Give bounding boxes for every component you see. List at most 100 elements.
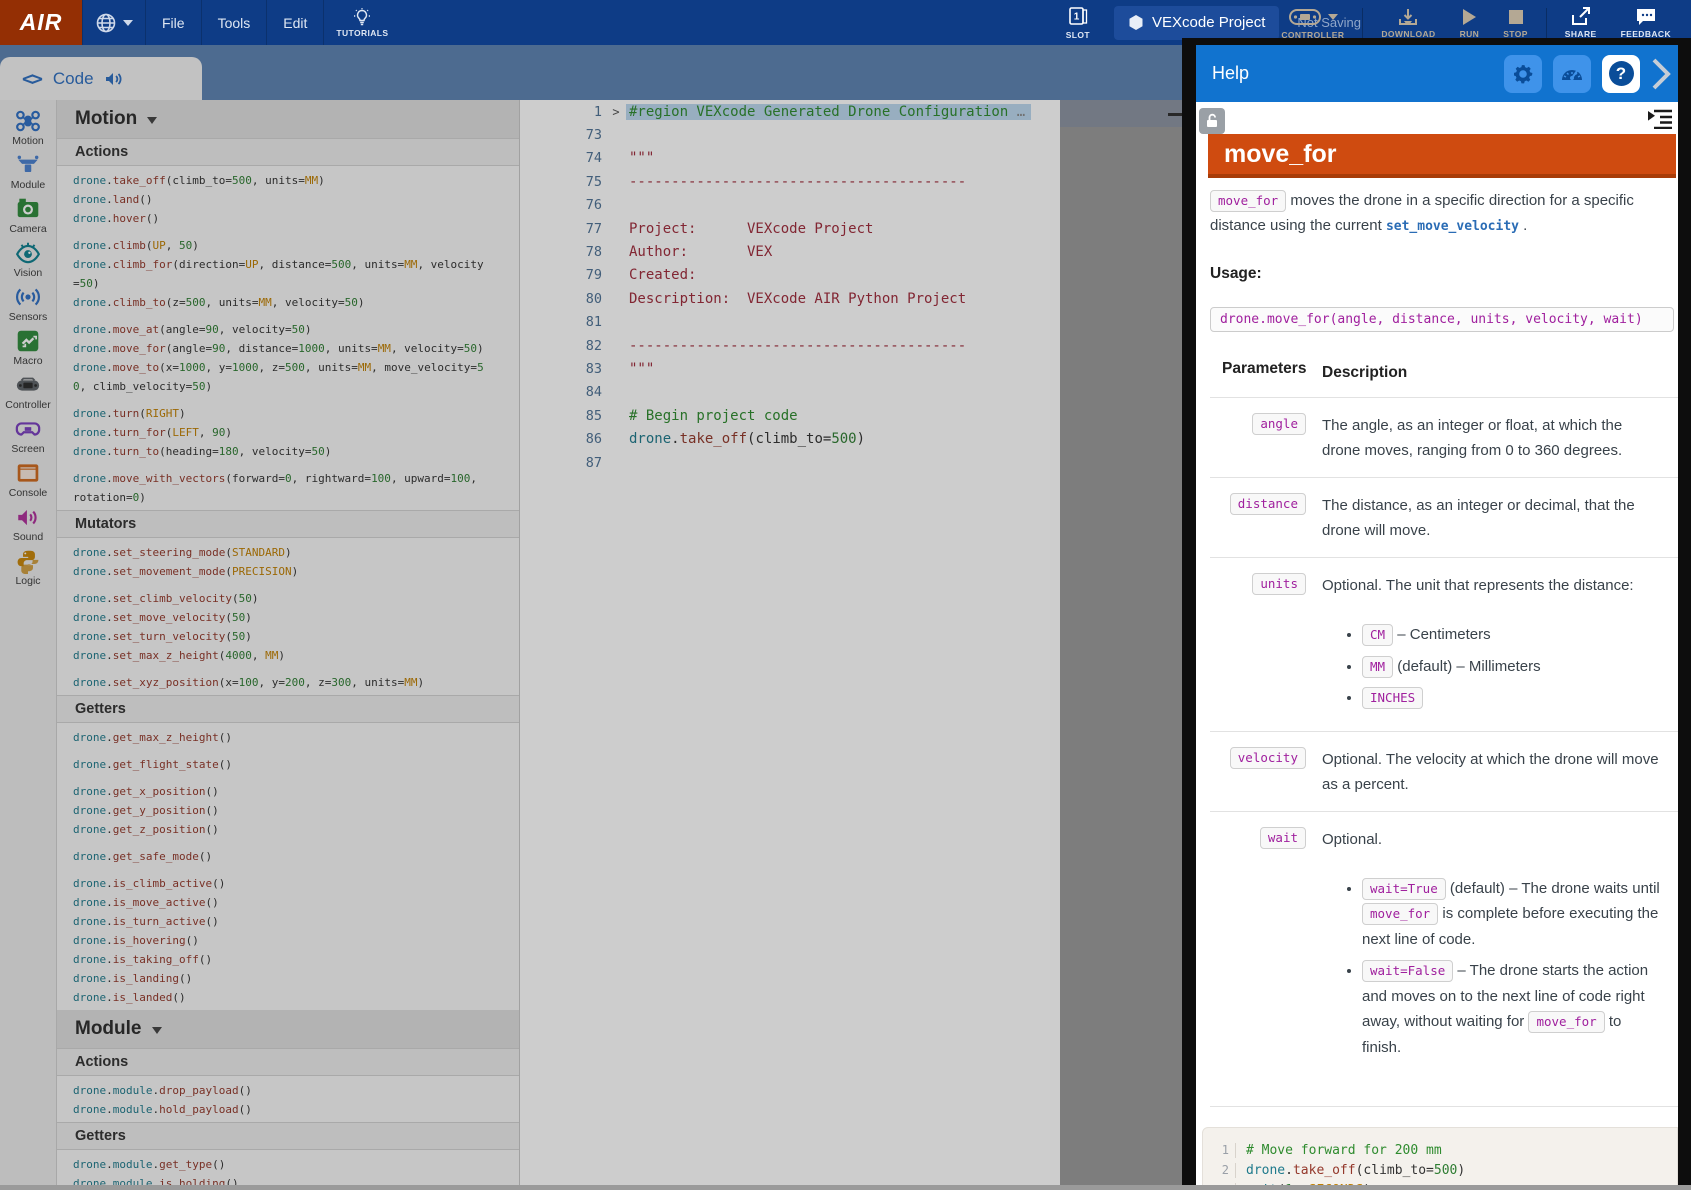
menu-file[interactable]: File	[146, 0, 202, 45]
command-row[interactable]: drone.move_to(x=1000, y=1000, z=500, uni…	[57, 358, 504, 396]
help-topic-title: move_for	[1224, 140, 1337, 169]
command-row[interactable]: drone.climb_for(direction=UP, distance=5…	[57, 255, 504, 293]
usage-code: drone.move_for(angle, distance, units, v…	[1210, 307, 1674, 332]
command-row[interactable]: drone.move_at(angle=90, velocity=50)	[57, 320, 504, 339]
command-row[interactable]: drone.is_landed()	[57, 988, 504, 1007]
sidebar-item-label: Sensors	[9, 311, 48, 323]
sidebar-item-label: Module	[11, 179, 45, 191]
tab-code[interactable]: <> Code	[0, 57, 202, 100]
help-pin-button[interactable]	[1199, 108, 1225, 134]
parameters-table: Parameters Description angleThe angle, a…	[1210, 360, 1678, 1080]
command-row[interactable]: drone.move_for(angle=90, distance=1000, …	[57, 339, 504, 358]
command-row[interactable]: drone.is_climb_active()	[57, 874, 504, 893]
sidebar-item-module[interactable]: Module	[0, 152, 56, 191]
menu-tools[interactable]: Tools	[202, 0, 268, 45]
parameter-row: unitsOptional. The unit that represents …	[1210, 557, 1678, 731]
command-row[interactable]: drone.turn(RIGHT)	[57, 404, 504, 423]
help-intro: move_for moves the drone in a specific d…	[1210, 188, 1656, 239]
line-number: 74	[520, 150, 606, 166]
doc-link[interactable]: set_move_velocity	[1386, 219, 1519, 234]
command-row[interactable]: drone.is_turn_active()	[57, 912, 504, 931]
command-row[interactable]: drone.get_safe_mode()	[57, 847, 504, 866]
command-row[interactable]: drone.module.is_holding()	[57, 1174, 504, 1185]
parameter-row: velocityOptional. The velocity at which …	[1210, 731, 1678, 811]
sidebar-item-screen[interactable]: Screen	[0, 416, 56, 455]
sidebar-item-sensors[interactable]: Sensors	[0, 284, 56, 323]
sidebar-item-label: Controller	[5, 399, 51, 411]
line-number: 87	[520, 455, 606, 471]
play-icon	[1460, 7, 1478, 27]
editor-line: 82--------------------------------------…	[520, 334, 1060, 357]
command-row[interactable]: drone.land()	[57, 190, 504, 209]
command-row[interactable]: drone.set_climb_velocity(50)	[57, 589, 504, 608]
editor-line: 77Project: VEXcode Project	[520, 217, 1060, 240]
subsection-header: Actions	[57, 138, 519, 166]
command-row[interactable]: drone.module.get_type()	[57, 1155, 504, 1174]
code-editor[interactable]: 1>#region VEXcode Generated Drone Config…	[520, 100, 1060, 1185]
section-header-motion[interactable]: Motion	[57, 100, 519, 138]
command-row[interactable]: drone.get_max_z_height()	[57, 728, 504, 747]
sidebar-item-label: Sound	[13, 531, 43, 543]
subsection-header: Mutators	[57, 510, 519, 538]
parameter-description: The angle, as an integer or float, at wh…	[1322, 413, 1660, 463]
parameter-description: Optional. The unit that represents the d…	[1322, 573, 1660, 598]
fold-icon[interactable]: >	[606, 105, 626, 119]
section-header-module[interactable]: Module	[57, 1010, 519, 1048]
editor-right-strip	[1060, 100, 1182, 1185]
example-line: 2drone.take_off(climb_to=500)	[1203, 1160, 1677, 1180]
sidebar-item-console[interactable]: Console	[0, 460, 56, 499]
language-menu[interactable]	[82, 0, 146, 45]
help-question-button[interactable]: ?	[1602, 55, 1640, 93]
help-header: Help ?	[1196, 45, 1678, 102]
outdent-icon[interactable]	[1646, 107, 1674, 129]
command-row[interactable]: drone.set_move_velocity(50)	[57, 608, 504, 627]
sidebar-item-vision[interactable]: Vision	[0, 240, 56, 279]
command-row[interactable]: drone.is_move_active()	[57, 893, 504, 912]
sidebar-item-label: Vision	[14, 267, 42, 279]
tutorials-button[interactable]: TUTORIALS	[324, 0, 400, 45]
command-row[interactable]: drone.set_movement_mode(PRECISION)	[57, 562, 504, 581]
globe-icon	[95, 12, 117, 34]
command-row[interactable]: drone.hover()	[57, 209, 504, 228]
sidebar-item-macro[interactable]: Macro	[0, 328, 56, 367]
command-row[interactable]: drone.climb_to(z=500, units=MM, velocity…	[57, 293, 504, 312]
sidebar-item-controller[interactable]: Controller	[0, 372, 56, 411]
question-icon: ?	[1609, 61, 1634, 86]
controller-icon	[15, 372, 41, 398]
share-icon	[1570, 7, 1592, 27]
command-row[interactable]: drone.is_hovering()	[57, 931, 504, 950]
sidebar-item-motion[interactable]: Motion	[0, 108, 56, 147]
command-row[interactable]: drone.get_y_position()	[57, 801, 504, 820]
help-collapse-chevron[interactable]	[1650, 57, 1672, 91]
command-row[interactable]: drone.move_with_vectors(forward=0, right…	[57, 469, 504, 507]
command-row[interactable]: drone.set_steering_mode(STANDARD)	[57, 543, 504, 562]
sidebar-item-camera[interactable]: Camera	[0, 196, 56, 235]
project-title-box[interactable]: VEXcode Project	[1114, 6, 1279, 40]
command-row[interactable]: drone.set_xyz_position(x=100, y=200, z=3…	[57, 673, 504, 692]
command-row[interactable]: drone.is_landing()	[57, 969, 504, 988]
sidebar-item-sound[interactable]: Sound	[0, 504, 56, 543]
command-row[interactable]: drone.turn_for(LEFT, 90)	[57, 423, 504, 442]
help-settings-button[interactable]	[1504, 55, 1542, 93]
command-row[interactable]: drone.module.hold_payload()	[57, 1100, 504, 1119]
command-row[interactable]: drone.module.drop_payload()	[57, 1081, 504, 1100]
editor-line: 76	[520, 194, 1060, 217]
line-number: 80	[520, 291, 606, 307]
command-row[interactable]: drone.get_x_position()	[57, 782, 504, 801]
slot-button[interactable]: 1 SLOT	[1054, 0, 1102, 45]
command-row[interactable]: drone.get_flight_state()	[57, 755, 504, 774]
parameter-description: Optional. The velocity at which the dron…	[1322, 747, 1660, 797]
command-row[interactable]: drone.get_z_position()	[57, 820, 504, 839]
speaker-icon[interactable]	[104, 70, 124, 88]
command-row[interactable]: drone.set_turn_velocity(50)	[57, 627, 504, 646]
sidebar-item-logic[interactable]: Logic	[0, 548, 56, 587]
command-row[interactable]: drone.take_off(climb_to=500, units=MM)	[57, 171, 504, 190]
command-row[interactable]: drone.turn_to(heading=180, velocity=50)	[57, 442, 504, 461]
command-row[interactable]: drone.climb(UP, 50)	[57, 236, 504, 255]
code-tag: move_for	[1210, 190, 1286, 212]
menu-edit[interactable]: Edit	[267, 0, 324, 45]
help-dashboard-button[interactable]	[1553, 55, 1591, 93]
command-row[interactable]: drone.set_max_z_height(4000, MM)	[57, 646, 504, 665]
command-row[interactable]: drone.is_taking_off()	[57, 950, 504, 969]
screen-icon	[15, 416, 41, 442]
